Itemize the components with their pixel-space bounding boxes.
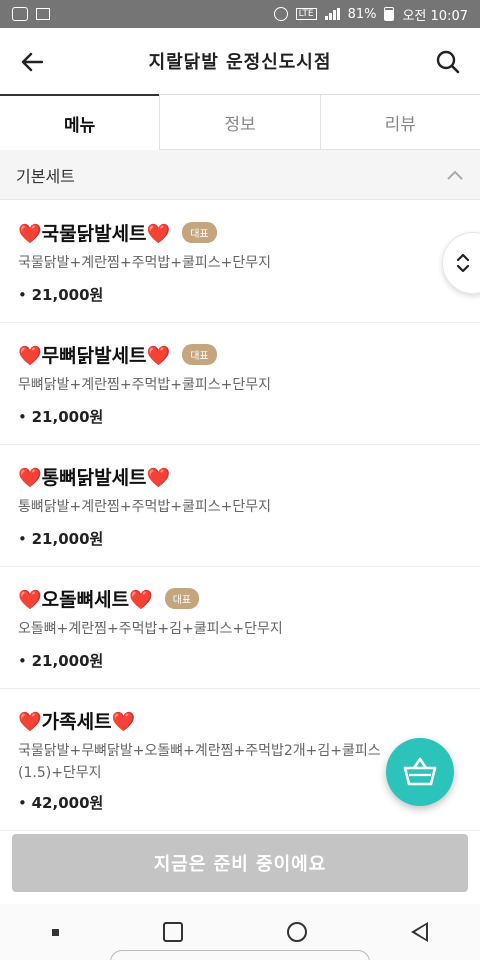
menu-list: ❤️국물닭발세트❤️ 대표 국물닭발+계란찜+주먹밥+쿨피스+단무지 21,00…: [0, 201, 480, 831]
home-indicator: [110, 950, 370, 960]
recent-apps-icon[interactable]: [163, 922, 183, 942]
menu-item[interactable]: ❤️오돌뼈세트❤️ 대표 오돌뼈+계란찜+주먹밥+김+쿨피스+단무지 21,00…: [0, 567, 480, 689]
item-price: 21,000원: [18, 406, 462, 427]
search-icon: [436, 50, 460, 74]
tab-info[interactable]: 정보: [159, 95, 320, 150]
item-name-row: ❤️국물닭발세트❤️ 대표: [18, 219, 462, 245]
app-header: 지랄닭발 운정신도시점: [0, 28, 480, 94]
search-button[interactable]: [430, 44, 466, 80]
item-name-row: ❤️오돌뼈세트❤️ 대표: [18, 585, 462, 611]
clock-time: 오전 10:07: [402, 8, 468, 24]
item-description: 오돌뼈+계란찜+주먹밥+김+쿨피스+단무지: [18, 621, 283, 637]
status-left-icons: [12, 7, 50, 21]
item-name: ❤️가족세트❤️: [18, 710, 136, 733]
chevron-up-down-icon: [456, 253, 470, 273]
back-nav-icon[interactable]: [411, 922, 428, 942]
item-description: 통뼈닭발+계란찜+주먹밥+쿨피스+단무지: [18, 499, 272, 515]
item-description: 무뼈닭발+계란찜+주먹밥+쿨피스+단무지: [18, 377, 272, 393]
representative-badge: 대표: [182, 221, 217, 243]
chevron-up-icon: [447, 170, 463, 180]
item-name-row: ❤️가족세트❤️: [18, 707, 462, 733]
item-price: 21,000원: [18, 528, 462, 549]
battery-icon: [384, 7, 395, 21]
item-name-row: ❤️무뼈닭발세트❤️ 대표: [18, 341, 462, 367]
representative-badge: 대표: [182, 343, 217, 365]
item-name: ❤️오돌뼈세트❤️: [18, 588, 153, 611]
item-price: 21,000원: [18, 284, 462, 305]
item-name: ❤️무뼈닭발세트❤️: [18, 344, 171, 367]
item-description: 국물닭발+무뼈닭발+오돌뼈+계란찜+주먹밥2개+김+쿨피스(1.5)+단무지: [18, 743, 381, 781]
menu-item[interactable]: ❤️무뼈닭발세트❤️ 대표 무뼈닭발+계란찜+주먹밥+쿨피스+단무지 21,00…: [0, 323, 480, 445]
image-icon: [36, 8, 50, 20]
tab-reviews[interactable]: 리뷰: [319, 95, 480, 150]
network-type: LTE: [295, 8, 317, 20]
shopping-basket-icon: [403, 757, 437, 786]
cart-button[interactable]: [386, 738, 454, 806]
back-button[interactable]: [14, 44, 50, 80]
item-name-row: ❤️통뼈닭발세트❤️: [18, 463, 462, 489]
alarm-icon: [273, 7, 288, 21]
section-header-basic-set[interactable]: 기본세트: [0, 150, 480, 200]
status-right-icons: LTE 81% 오전 10:07: [273, 5, 468, 24]
item-price: 21,000원: [18, 650, 462, 671]
section-title: 기본세트: [16, 166, 75, 186]
signal-icon: [324, 8, 340, 20]
home-icon[interactable]: [287, 922, 307, 942]
item-name: ❤️국물닭발세트❤️: [18, 222, 171, 245]
nav-dot-icon[interactable]: [52, 928, 59, 936]
menu-item[interactable]: ❤️국물닭발세트❤️ 대표 국물닭발+계란찜+주먹밥+쿨피스+단무지 21,00…: [0, 201, 480, 323]
notification-icon: [12, 7, 28, 21]
status-bar: LTE 81% 오전 10:07: [0, 0, 480, 28]
order-button[interactable]: 지금은 준비 중이에요: [12, 834, 468, 892]
representative-badge: 대표: [164, 587, 200, 609]
tab-menu[interactable]: 메뉴: [0, 94, 160, 150]
arrow-left-icon: [21, 52, 43, 72]
battery-percent: 81%: [347, 6, 377, 22]
item-name: ❤️통뼈닭발세트❤️: [18, 466, 171, 489]
page-title: 지랄닭발 운정신도시점: [148, 52, 332, 73]
tab-bar: 메뉴 정보 리뷰: [0, 94, 480, 150]
item-description: 국물닭발+계란찜+주먹밥+쿨피스+단무지: [18, 255, 272, 271]
menu-item[interactable]: ❤️통뼈닭발세트❤️ 통뼈닭발+계란찜+주먹밥+쿨피스+단무지 21,000원: [0, 445, 480, 567]
